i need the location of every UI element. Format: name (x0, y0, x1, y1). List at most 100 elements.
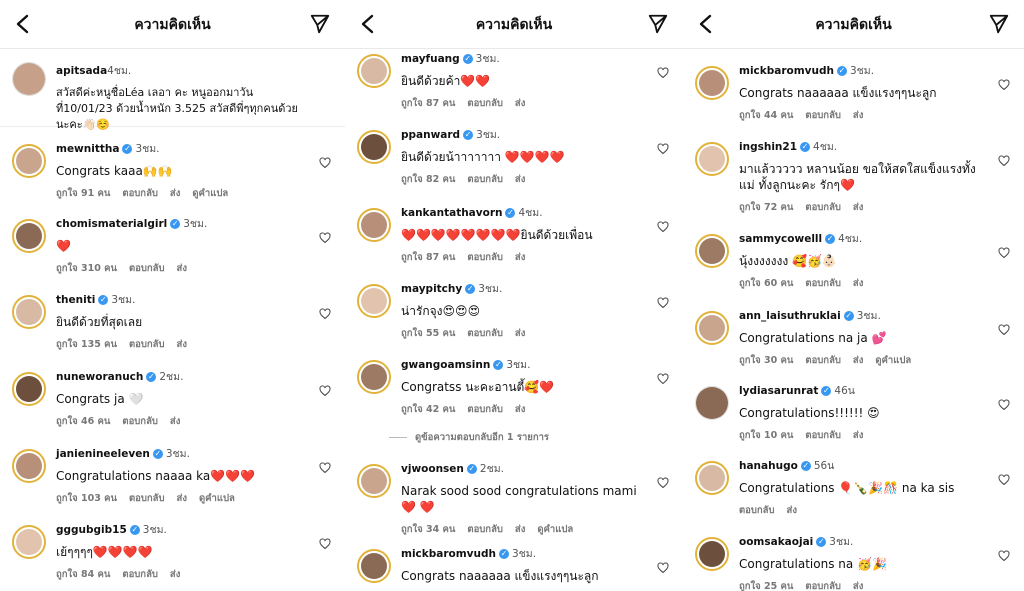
heart-outline-icon[interactable] (319, 382, 331, 397)
like-count[interactable]: ถูกใจ 10 คน (739, 430, 793, 441)
username[interactable]: gggubgib15 (56, 524, 127, 536)
avatar[interactable] (12, 295, 46, 329)
avatar[interactable] (695, 461, 729, 495)
username[interactable]: chomismaterialgirl (56, 218, 167, 230)
avatar[interactable] (357, 208, 391, 242)
reply-button[interactable]: ตอบกลับ (805, 202, 841, 213)
like-count[interactable]: ถูกใจ 25 คน (739, 581, 793, 591)
like-count[interactable]: ถูกใจ 84 คน (56, 569, 110, 580)
send-button[interactable]: ส่ง (853, 110, 863, 121)
username[interactable]: mickbaromvudh (739, 65, 834, 77)
heart-outline-icon[interactable] (657, 474, 669, 489)
reply-button[interactable]: ตอบกลับ (805, 110, 841, 121)
send-button[interactable]: ส่ง (170, 188, 180, 199)
avatar[interactable] (12, 144, 46, 178)
heart-outline-icon[interactable] (998, 396, 1010, 411)
translate-button[interactable]: ดูคำแปล (875, 355, 911, 366)
like-count[interactable]: ถูกใจ 30 คน (739, 355, 793, 366)
avatar[interactable] (12, 219, 46, 253)
username[interactable]: janienineeleven (56, 448, 150, 460)
avatar[interactable] (357, 130, 391, 164)
avatar[interactable] (695, 537, 729, 571)
heart-outline-icon[interactable] (998, 471, 1010, 486)
view-more-replies[interactable]: ดูข้อความตอบกลับอีก 1 รายการ (389, 430, 549, 445)
username[interactable]: vjwoonsen (401, 463, 464, 475)
avatar[interactable] (695, 386, 729, 420)
send-button[interactable]: ส่ง (515, 252, 525, 263)
like-count[interactable]: ถูกใจ 34 คน (401, 524, 455, 535)
like-count[interactable]: ถูกใจ 135 คน (56, 339, 117, 350)
like-count[interactable]: ถูกใจ 44 คน (739, 110, 793, 121)
reply-button[interactable]: ตอบกลับ (122, 188, 158, 199)
avatar[interactable] (695, 311, 729, 345)
send-paper-plane-icon[interactable] (309, 13, 331, 35)
avatar[interactable] (357, 360, 391, 394)
username[interactable]: maypitchy (401, 283, 462, 295)
avatar[interactable] (12, 525, 46, 559)
like-count[interactable]: ถูกใจ 87 คน (401, 98, 455, 109)
heart-outline-icon[interactable] (657, 140, 669, 155)
like-count[interactable]: ถูกใจ 87 คน (401, 252, 455, 263)
avatar[interactable] (695, 142, 729, 176)
reply-button[interactable]: ตอบกลับ (129, 263, 165, 274)
avatar[interactable] (357, 464, 391, 498)
username[interactable]: apitsada (56, 65, 107, 77)
send-button[interactable]: ส่ง (515, 328, 525, 339)
like-count[interactable]: ถูกใจ 42 คน (401, 404, 455, 415)
username[interactable]: mewnittha (56, 143, 119, 155)
reply-button[interactable]: ตอบกลับ (467, 252, 503, 263)
heart-outline-icon[interactable] (998, 244, 1010, 259)
like-count[interactable]: ถูกใจ 46 คน (56, 416, 110, 427)
send-button[interactable]: ส่ง (853, 202, 863, 213)
heart-outline-icon[interactable] (319, 459, 331, 474)
send-button[interactable]: ส่ง (853, 278, 863, 289)
username[interactable]: ann_laisuthruklai (739, 310, 841, 322)
heart-outline-icon[interactable] (657, 294, 669, 309)
like-count[interactable]: ถูกใจ 310 คน (56, 263, 117, 274)
send-paper-plane-icon[interactable] (647, 13, 669, 35)
heart-outline-icon[interactable] (319, 305, 331, 320)
avatar[interactable] (12, 62, 46, 96)
heart-outline-icon[interactable] (319, 229, 331, 244)
like-count[interactable]: ถูกใจ 60 คน (739, 278, 793, 289)
username[interactable]: nuneworanuch (56, 371, 143, 383)
send-button[interactable]: ส่ง (853, 581, 863, 591)
heart-outline-icon[interactable] (998, 321, 1010, 336)
send-button[interactable]: ส่ง (177, 263, 187, 274)
reply-button[interactable]: ตอบกลับ (805, 355, 841, 366)
reply-button[interactable]: ตอบกลับ (805, 430, 841, 441)
reply-button[interactable]: ตอบกลับ (122, 569, 158, 580)
username[interactable]: sammycowelll (739, 233, 822, 245)
heart-outline-icon[interactable] (319, 154, 331, 169)
like-count[interactable]: ถูกใจ 72 คน (739, 202, 793, 213)
reply-button[interactable]: ตอบกลับ (467, 174, 503, 185)
send-button[interactable]: ส่ง (170, 416, 180, 427)
like-count[interactable]: ถูกใจ 55 คน (401, 328, 455, 339)
avatar[interactable] (357, 54, 391, 88)
send-button[interactable]: ส่ง (170, 569, 180, 580)
reply-button[interactable]: ตอบกลับ (805, 581, 841, 591)
heart-outline-icon[interactable] (998, 76, 1010, 91)
send-button[interactable]: ส่ง (515, 524, 525, 535)
heart-outline-icon[interactable] (998, 547, 1010, 562)
username[interactable]: oomsakaojai (739, 536, 813, 548)
username[interactable]: hanahugo (739, 460, 798, 472)
translate-button[interactable]: ดูคำแปล (199, 493, 235, 504)
like-count[interactable]: ถูกใจ 103 คน (56, 493, 117, 504)
avatar[interactable] (695, 66, 729, 100)
reply-button[interactable]: ตอบกลับ (467, 404, 503, 415)
translate-button[interactable]: ดูคำแปล (192, 188, 228, 199)
send-paper-plane-icon[interactable] (988, 13, 1010, 35)
send-button[interactable]: ส่ง (177, 339, 187, 350)
reply-button[interactable]: ตอบกลับ (467, 328, 503, 339)
username[interactable]: gwangoamsinn (401, 359, 490, 371)
username[interactable]: mayfuang (401, 53, 460, 65)
like-count[interactable]: ถูกใจ 82 คน (401, 174, 455, 185)
heart-outline-icon[interactable] (657, 559, 669, 574)
send-button[interactable]: ส่ง (853, 355, 863, 366)
username[interactable]: theniti (56, 294, 95, 306)
heart-outline-icon[interactable] (657, 64, 669, 79)
send-button[interactable]: ส่ง (853, 430, 863, 441)
reply-button[interactable]: ตอบกลับ (467, 98, 503, 109)
reply-button[interactable]: ตอบกลับ (129, 339, 165, 350)
